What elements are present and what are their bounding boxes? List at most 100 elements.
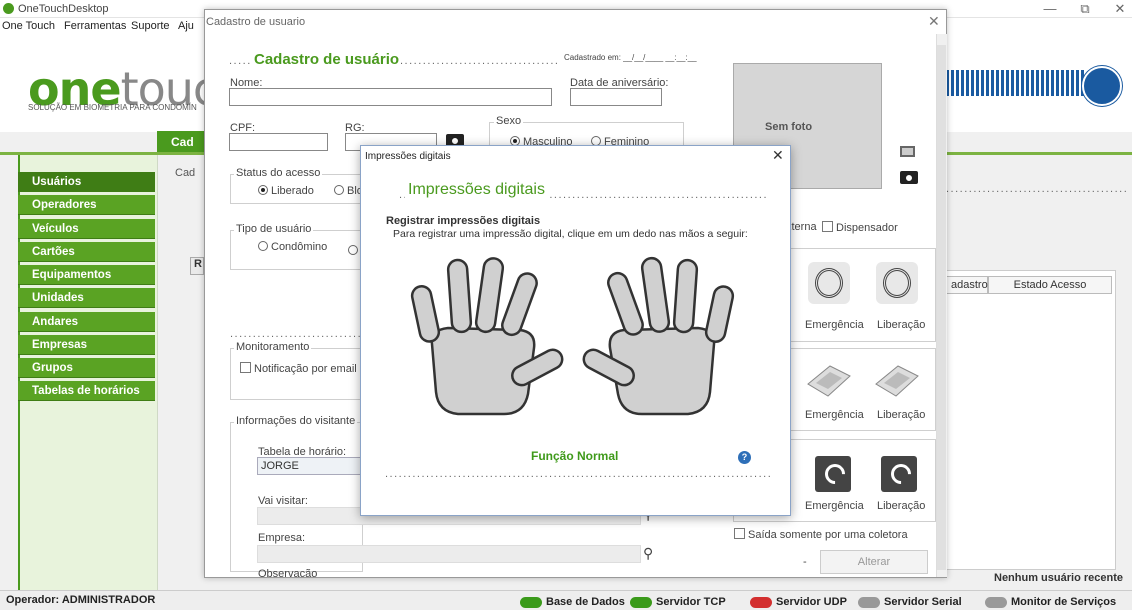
- recent-users-text: Nenhum usuário recente: [994, 572, 1123, 584]
- left-index-finger[interactable]: [500, 271, 540, 338]
- sidebar-item-andares[interactable]: Andares: [18, 312, 155, 332]
- photo-camera-icon[interactable]: [900, 171, 918, 184]
- status-base-de-dados: Base de Dados: [520, 596, 625, 608]
- emergencia-label-2: Emergência: [805, 409, 864, 421]
- empresa-input[interactable]: [257, 545, 641, 563]
- left-pinky-finger[interactable]: [410, 285, 441, 344]
- cadastro-heading: Cadastro de usuário: [254, 51, 400, 68]
- monitoramento-label: Monitoramento: [234, 341, 312, 353]
- emergencia-label-3: Emergência: [805, 500, 864, 512]
- hands-diagram: [410, 256, 735, 416]
- close-button[interactable]: ✕: [1105, 0, 1132, 18]
- impressoes-subtitle: Registrar impressões digitais: [386, 215, 541, 227]
- menu-suporte[interactable]: Suporte: [131, 20, 170, 32]
- key-emergencia-icon[interactable]: [815, 456, 851, 492]
- right-pinky-finger[interactable]: [704, 285, 735, 344]
- cpf-input[interactable]: [229, 133, 328, 151]
- card-reader-emergencia-icon[interactable]: [804, 362, 852, 400]
- fingerprint-liberacao-icon[interactable]: [876, 262, 918, 304]
- sem-foto-label: Sem foto: [765, 121, 813, 133]
- observacao-label: Observação: [258, 568, 318, 577]
- fingerprint-emergencia-icon[interactable]: [808, 262, 850, 304]
- tab-cadastros[interactable]: Cad: [157, 131, 207, 153]
- background-cad-label: Cad: [175, 167, 196, 179]
- cadastro-titlebar: [205, 10, 946, 34]
- radio-icon: [258, 241, 268, 251]
- globe-logo-icon: [1082, 66, 1122, 106]
- cadastro-close-button[interactable]: ✕: [928, 13, 940, 30]
- tipo-condomino-radio[interactable]: Condômino: [258, 241, 327, 253]
- empresa-label: Empresa:: [258, 532, 306, 544]
- sidebar-item-cartoes[interactable]: Cartões: [18, 242, 155, 262]
- logo-subtitle: SOLUÇÃO EM BIOMETRIA PARA CONDOMÍN: [28, 103, 197, 112]
- empresa-search-icon[interactable]: ⚲: [643, 545, 653, 562]
- users-table-panel: [946, 270, 1116, 570]
- saida-coletora-checkbox[interactable]: Saída somente por uma coletora: [734, 528, 908, 541]
- emergencia-label-1: Emergência: [805, 319, 864, 331]
- left-ring-finger[interactable]: [446, 258, 473, 334]
- radio-selected-icon: [258, 185, 268, 195]
- sidebar-divider: [157, 155, 158, 590]
- help-icon[interactable]: ?: [738, 451, 751, 464]
- operator-label: Operador: ADMINISTRADOR: [6, 594, 156, 606]
- main-window-title: OneTouchDesktop: [18, 3, 109, 15]
- right-index-finger[interactable]: [606, 271, 646, 338]
- left-middle-finger[interactable]: [474, 257, 505, 334]
- sidebar-item-empresas[interactable]: Empresas: [18, 335, 155, 355]
- liberacao-label-2: Liberação: [877, 409, 926, 421]
- menu-one-touch[interactable]: One Touch: [2, 20, 55, 32]
- sidebar-item-veiculos[interactable]: Veículos: [18, 219, 155, 239]
- alterar-button[interactable]: Alterar: [820, 550, 928, 574]
- card-reader-liberacao-icon[interactable]: [872, 362, 920, 400]
- dispensador-checkbox[interactable]: Dispensador: [822, 221, 898, 234]
- right-middle-finger[interactable]: [640, 256, 671, 333]
- toggle-icon: [630, 596, 652, 608]
- menu-ajuda[interactable]: Aju: [178, 20, 194, 32]
- vai-visitar-label: Vai visitar:: [258, 495, 308, 507]
- sidebar-item-grupos[interactable]: Grupos: [18, 358, 155, 378]
- status-acesso-label: Status do acesso: [234, 167, 323, 179]
- toggle-icon: [985, 596, 1007, 608]
- menu-ferramentas[interactable]: Ferramentas: [64, 20, 126, 32]
- status-liberado-radio[interactable]: Liberado: [258, 185, 314, 197]
- background-tab-r[interactable]: R: [190, 257, 204, 275]
- sexo-label: Sexo: [494, 115, 524, 127]
- heading-dots-left: .....: [229, 55, 252, 67]
- liberacao-label-1: Liberação: [877, 319, 926, 331]
- minimize-button[interactable]: —: [1035, 0, 1065, 18]
- radio-icon: [334, 185, 344, 195]
- background-dotted-divider: ........................................…: [946, 183, 1126, 195]
- sidebar-item-unidades[interactable]: Unidades: [18, 288, 155, 308]
- data-aniversario-input[interactable]: [570, 88, 662, 106]
- status-monitor-servicos: Monitor de Serviços: [985, 596, 1116, 608]
- cadastro-scroll-thumb[interactable]: [937, 45, 946, 570]
- tabela-horario-select[interactable]: JORGE: [257, 457, 361, 475]
- funcao-normal-label: Função Normal: [531, 449, 619, 463]
- liberacao-label-3: Liberação: [877, 500, 926, 512]
- sidebar-item-tabelas-horarios[interactable]: Tabelas de horários: [18, 381, 155, 401]
- nome-input[interactable]: [229, 88, 552, 106]
- column-header-cadastro[interactable]: adastro: [946, 276, 988, 294]
- tipo-other-radio[interactable]: [348, 245, 358, 255]
- toggle-icon: [858, 596, 880, 608]
- section-dotted-divider: ........................................…: [230, 328, 362, 340]
- impressoes-close-button[interactable]: ✕: [772, 147, 784, 164]
- column-header-estado-acesso[interactable]: Estado Acesso: [988, 276, 1112, 294]
- impressoes-instruction: Para registrar uma impressão digital, cl…: [393, 228, 748, 240]
- status-servidor-tcp: Servidor TCP: [630, 596, 726, 608]
- sidebar-item-usuarios[interactable]: Usuários: [18, 172, 155, 192]
- sidebar-item-operadores[interactable]: Operadores: [18, 195, 155, 215]
- restore-button[interactable]: ⧉: [1070, 0, 1100, 18]
- key-liberacao-icon[interactable]: [881, 456, 917, 492]
- sidebar-item-equipamentos[interactable]: Equipamentos: [18, 265, 155, 285]
- checkbox-icon: [734, 528, 745, 539]
- status-bloqueado-radio[interactable]: Blo: [334, 185, 363, 197]
- checkbox-icon: [822, 221, 833, 232]
- notificacao-email-checkbox[interactable]: Notificação por email: [240, 362, 357, 375]
- monitor-icon[interactable]: [900, 146, 915, 157]
- status-servidor-udp: Servidor UDP: [750, 596, 847, 608]
- decorative-stripes: [946, 70, 1086, 96]
- heading-dots-right: ........................................…: [400, 55, 560, 67]
- toggle-icon: [520, 596, 542, 608]
- right-ring-finger[interactable]: [672, 258, 699, 334]
